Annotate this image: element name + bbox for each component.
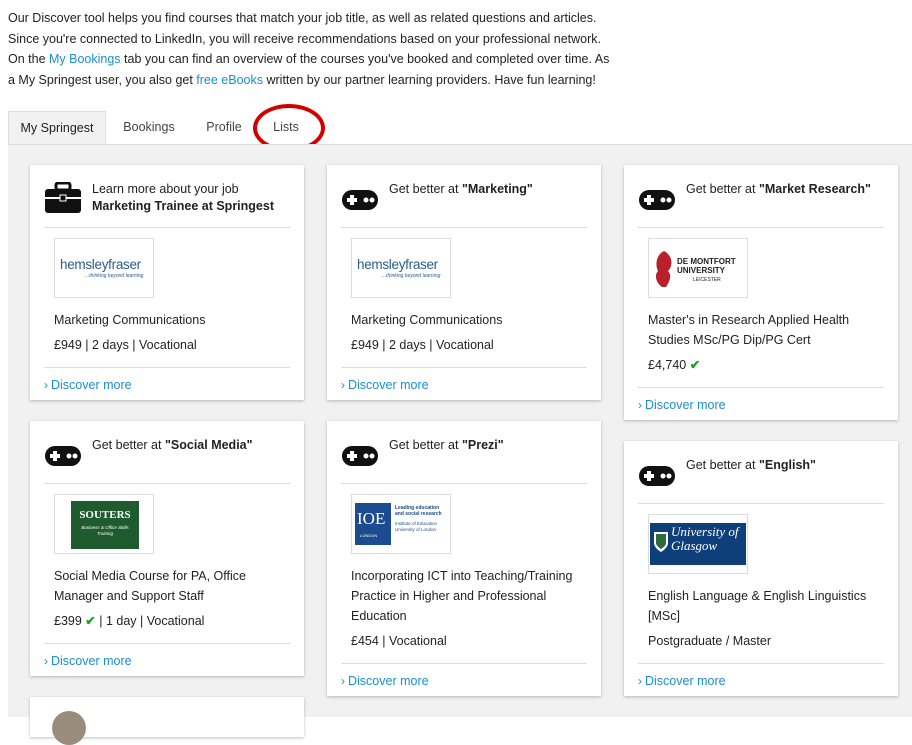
checkmark-icon: ✔ xyxy=(85,614,96,628)
card-header-prefix: Get better at xyxy=(686,458,759,472)
de-montfort-crest-icon xyxy=(655,251,672,287)
hemsleyfraser-logo[interactable]: hemsleyfraser ...thinking beyond learnin… xyxy=(351,238,451,298)
recommendation-card: Get better at "Social Media" SOUTERS Bus… xyxy=(30,421,304,676)
recommendation-card: Get better at "Market Research" DE MONTF… xyxy=(624,165,898,420)
tab-bar: My Springest Bookings Profile Lists xyxy=(8,111,912,144)
my-bookings-link[interactable]: My Bookings xyxy=(49,52,121,66)
divider xyxy=(341,483,587,484)
discover-more-link[interactable]: › Discover more xyxy=(327,664,601,696)
discover-more-label: Discover more xyxy=(51,654,132,668)
course-meta: £949 | 2 days | Vocational xyxy=(351,338,494,352)
university-of-glasgow-logo[interactable]: University of Glasgow xyxy=(648,514,748,574)
discover-more-link[interactable]: › Discover more xyxy=(327,368,601,400)
divider xyxy=(638,503,884,504)
course-meta: £399 ✔ | 1 day | Vocational xyxy=(54,611,290,631)
discover-more-link[interactable]: › Discover more xyxy=(30,644,304,676)
intro-text-part3: written by our partner learning provider… xyxy=(263,72,596,87)
chevron-right-icon: › xyxy=(44,378,48,392)
ioe-logo[interactable]: IOE LONDON Leading education and social … xyxy=(351,494,451,554)
card-header-line1: Learn more about your job xyxy=(92,182,239,196)
card-topic: "Marketing" xyxy=(461,182,533,196)
discover-more-link[interactable]: › Discover more xyxy=(624,388,898,420)
course-title[interactable]: Marketing Communications xyxy=(351,310,587,330)
intro-text: Our Discover tool helps you find courses… xyxy=(8,8,618,90)
course-meta: Postgraduate / Master xyxy=(648,634,771,648)
chevron-right-icon: › xyxy=(638,674,642,688)
card-header-prefix: Get better at xyxy=(92,438,165,452)
course-meta: £949 | 2 days | Vocational xyxy=(54,338,197,352)
recommendation-card: Get better at "Marketing" hemsleyfraser … xyxy=(327,165,601,400)
discover-more-label: Discover more xyxy=(645,674,726,688)
chevron-right-icon: › xyxy=(44,654,48,668)
course-price: £4,740 xyxy=(648,358,687,372)
recommendations-panel: Learn more about your job Marketing Trai… xyxy=(8,144,912,745)
tab-profile[interactable]: Profile xyxy=(194,111,254,143)
glasgow-crest-icon xyxy=(654,532,668,552)
card-header: Learn more about your job Marketing Trai… xyxy=(30,165,304,227)
tab-bookings[interactable]: Bookings xyxy=(112,111,186,143)
card-header-prefix: Get better at xyxy=(686,182,759,196)
card-header: Get better at "Social Media" xyxy=(30,421,304,483)
free-ebooks-link[interactable]: free eBooks xyxy=(196,73,263,87)
briefcase-icon xyxy=(45,182,81,213)
discover-more-label: Discover more xyxy=(348,378,429,392)
card-topic: "Market Research" xyxy=(758,182,871,196)
discover-more-link[interactable]: › Discover more xyxy=(30,368,304,400)
card-topic: "English" xyxy=(758,458,816,472)
gamepad-icon xyxy=(342,446,378,466)
de-montfort-university-logo[interactable]: DE MONTFORT UNIVERSITY LEICESTER xyxy=(648,238,748,298)
card-topic: "Prezi" xyxy=(461,438,504,452)
checkmark-icon: ✔ xyxy=(689,358,701,372)
card-job-title: Marketing Trainee at Springest xyxy=(92,199,274,213)
divider xyxy=(341,227,587,228)
card-header: Get better at "Market Research" xyxy=(624,165,898,227)
card-header: Get better at "Prezi" xyxy=(327,421,601,483)
discover-more-label: Discover more xyxy=(348,674,429,688)
gamepad-icon xyxy=(639,466,675,486)
course-title[interactable]: Incorporating ICT into Teaching/Training… xyxy=(351,566,587,626)
card-header-prefix: Get better at xyxy=(389,182,462,196)
course-meta: £4,740 ✔ xyxy=(648,355,884,375)
gamepad-icon xyxy=(342,190,378,210)
gamepad-icon xyxy=(639,190,675,210)
card-topic: "Social Media" xyxy=(164,438,253,452)
discover-more-label: Discover more xyxy=(645,398,726,412)
card-header-prefix: Get better at xyxy=(389,438,462,452)
card-header: Get better at "Marketing" xyxy=(327,165,601,227)
discover-more-label: Discover more xyxy=(51,378,132,392)
chevron-right-icon: › xyxy=(638,398,642,412)
souters-logo[interactable]: SOUTERS Business & Office Skills Trainin… xyxy=(54,494,154,554)
divider xyxy=(44,483,290,484)
course-title[interactable]: Marketing Communications xyxy=(54,310,290,330)
course-title[interactable]: English Language & English Linguistics [… xyxy=(648,586,884,626)
course-meta: £454 | Vocational xyxy=(351,634,447,648)
course-title[interactable]: Social Media Course for PA, Office Manag… xyxy=(54,566,290,606)
gamepad-icon xyxy=(45,446,81,466)
recommendation-card: Get better at "Prezi" IOE LONDON Leading… xyxy=(327,421,601,696)
discover-more-link[interactable]: › Discover more xyxy=(624,664,898,696)
card-header: Get better at "English" xyxy=(624,441,898,503)
chevron-right-icon: › xyxy=(341,378,345,392)
tab-my-springest[interactable]: My Springest xyxy=(8,111,106,144)
course-title[interactable]: Master's in Research Applied Health Stud… xyxy=(648,310,884,350)
course-price: £399 xyxy=(54,614,82,628)
avatar xyxy=(52,711,86,745)
recommendation-card-partial xyxy=(30,697,304,745)
chevron-right-icon: › xyxy=(341,674,345,688)
divider xyxy=(638,227,884,228)
divider xyxy=(44,227,290,228)
course-meta-rest: | 1 day | Vocational xyxy=(95,614,205,628)
recommendation-card: Learn more about your job Marketing Trai… xyxy=(30,165,304,400)
recommendation-card: Get better at "English" University of Gl… xyxy=(624,441,898,696)
hemsleyfraser-logo[interactable]: hemsleyfraser ...thinking beyond learnin… xyxy=(54,238,154,298)
